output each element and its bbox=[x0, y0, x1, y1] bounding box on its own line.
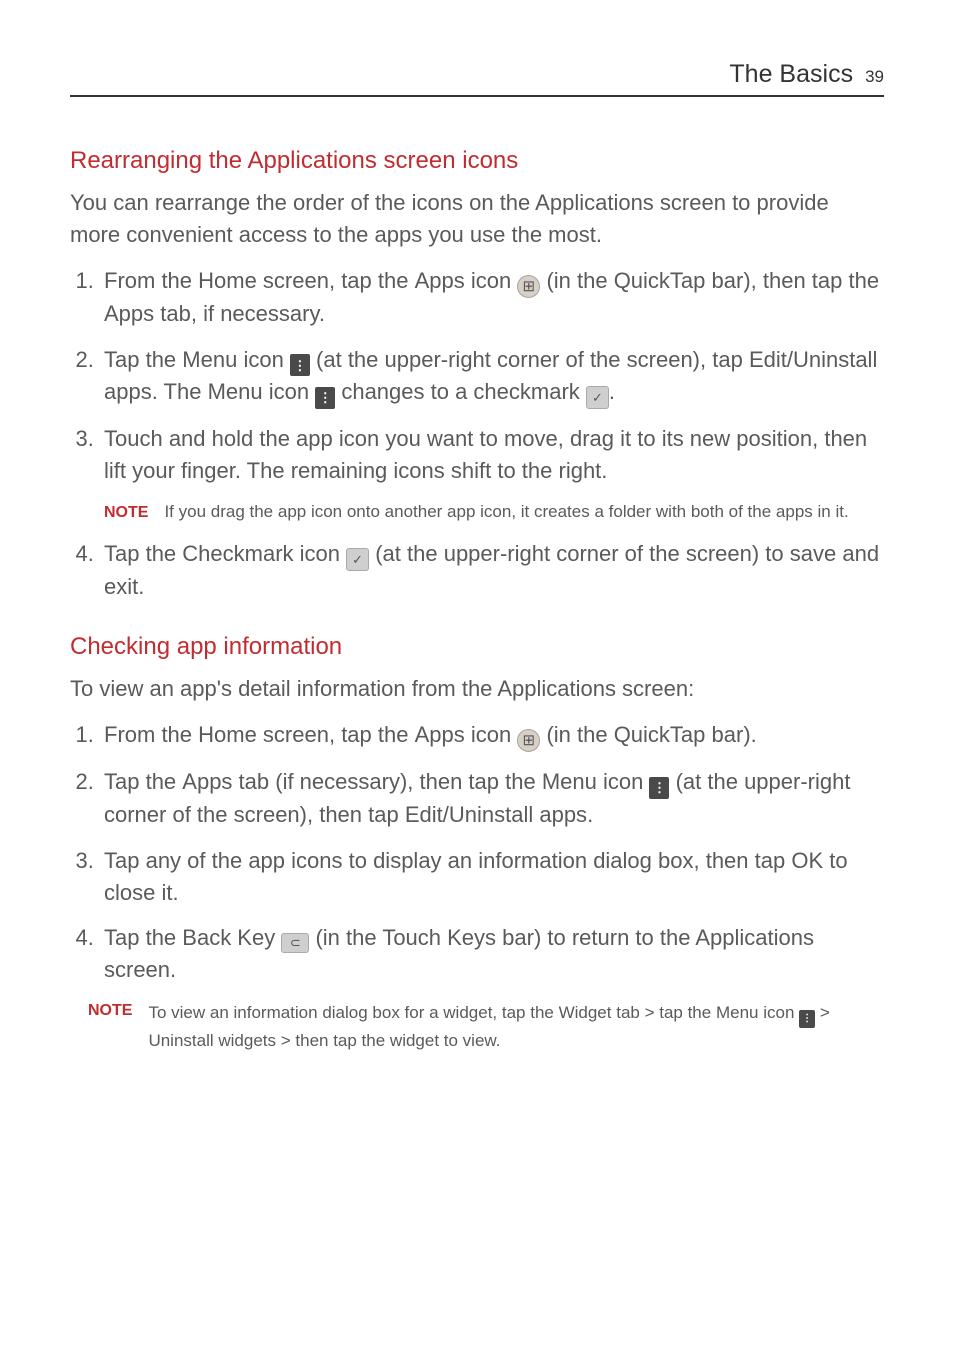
menu-icon: ⋮ bbox=[799, 1010, 815, 1028]
step-text: (in the QuickTap bar), then tap the bbox=[540, 268, 879, 293]
step-text: (at the upper-right corner of the screen… bbox=[310, 347, 749, 372]
note-block: NOTE If you drag the app icon onto anoth… bbox=[104, 499, 884, 525]
note-text: To view an information dialog box for a … bbox=[148, 1000, 884, 1054]
step-text: icon bbox=[237, 347, 290, 372]
label-menu: Menu bbox=[716, 1003, 759, 1022]
header-page-number: 39 bbox=[865, 67, 884, 87]
step-item: Touch and hold the app icon you want to … bbox=[100, 423, 884, 524]
step-item: Tap the Menu icon ⋮ (at the upper-right … bbox=[100, 344, 884, 410]
note-text-frag: > then tap the widget to view. bbox=[276, 1031, 500, 1050]
note-label: NOTE bbox=[104, 499, 148, 524]
step-text: tab, if necessary. bbox=[154, 301, 325, 326]
step-text: Touch and hold the app icon you want to … bbox=[104, 426, 867, 483]
label-back-key: Back Key bbox=[182, 925, 275, 950]
checkmark-icon: ✓ bbox=[346, 548, 369, 571]
step-item: Tap the Apps tab (if necessary), then ta… bbox=[100, 766, 884, 830]
step-text: (in the QuickTap bar). bbox=[540, 722, 756, 747]
step-text: Tap the bbox=[104, 769, 182, 794]
label-menu-2: Menu bbox=[208, 379, 263, 404]
step-text: . bbox=[587, 802, 593, 827]
menu-icon: ⋮ bbox=[290, 354, 310, 376]
step-text: . bbox=[609, 379, 615, 404]
label-widget-tab: Widget bbox=[559, 1003, 612, 1022]
note-text-frag: > bbox=[815, 1003, 830, 1022]
steps-list-2: From the Home screen, tap the Apps icon … bbox=[70, 719, 884, 986]
step-text: . The bbox=[152, 379, 208, 404]
label-ok: OK bbox=[791, 848, 823, 873]
intro-paragraph: You can rearrange the order of the icons… bbox=[70, 187, 884, 251]
label-menu: Menu bbox=[182, 347, 237, 372]
label-menu: Menu bbox=[542, 769, 597, 794]
step-item: Tap the Back Key ⊂ (in the Touch Keys ba… bbox=[100, 922, 884, 986]
step-text: changes to a checkmark bbox=[335, 379, 586, 404]
step-text: tab (if necessary), then tap the bbox=[232, 769, 541, 794]
back-key-icon: ⊂ bbox=[281, 933, 309, 953]
page-header: The Basics 39 bbox=[70, 60, 884, 97]
note-text: If you drag the app icon onto another ap… bbox=[164, 499, 884, 525]
step-text: Tap the bbox=[104, 925, 182, 950]
menu-icon: ⋮ bbox=[649, 777, 669, 799]
step-text: icon bbox=[465, 722, 518, 747]
step-item: Tap any of the app icons to display an i… bbox=[100, 845, 884, 909]
menu-icon: ⋮ bbox=[315, 387, 335, 409]
label-edit-uninstall: Edit/Uninstall apps bbox=[405, 802, 587, 827]
step-text: icon bbox=[597, 769, 650, 794]
step-text: icon bbox=[465, 268, 518, 293]
apps-icon: ⊞ bbox=[517, 729, 540, 752]
step-text: From the Home screen, tap the bbox=[104, 722, 415, 747]
step-text: icon bbox=[263, 379, 316, 404]
step-text: Tap the bbox=[104, 347, 182, 372]
apps-icon: ⊞ bbox=[517, 275, 540, 298]
note-label: NOTE bbox=[88, 1000, 132, 1020]
label-apps: Apps bbox=[415, 268, 465, 293]
intro-paragraph-2: To view an app's detail information from… bbox=[70, 673, 884, 705]
note-text-frag: To view an information dialog box for a … bbox=[148, 1003, 558, 1022]
step-text: Tap any of the app icons to display an i… bbox=[104, 848, 791, 873]
step-item: From the Home screen, tap the Apps icon … bbox=[100, 719, 884, 752]
label-apps-tab: Apps bbox=[182, 769, 232, 794]
heading-checking-app-info: Checking app information bbox=[70, 633, 884, 661]
note-block-2: NOTE To view an information dialog box f… bbox=[88, 1000, 884, 1054]
label-apps-tab: Apps bbox=[104, 301, 154, 326]
label-apps: Apps bbox=[415, 722, 465, 747]
steps-list-1: From the Home screen, tap the Apps icon … bbox=[70, 265, 884, 604]
heading-rearranging: Rearranging the Applications screen icon… bbox=[70, 147, 884, 175]
step-text: Tap the Checkmark icon bbox=[104, 541, 346, 566]
step-item: Tap the Checkmark icon ✓ (at the upper-r… bbox=[100, 538, 884, 603]
document-page: The Basics 39 Rearranging the Applicatio… bbox=[0, 0, 954, 1148]
note-text-frag: icon bbox=[758, 1003, 799, 1022]
header-section-title: The Basics bbox=[729, 60, 853, 89]
checkmark-icon: ✓ bbox=[586, 386, 609, 409]
step-item: From the Home screen, tap the Apps icon … bbox=[100, 265, 884, 330]
label-uninstall-widgets: Uninstall widgets bbox=[148, 1031, 276, 1050]
step-text: From the Home screen, tap the bbox=[104, 268, 415, 293]
note-text-frag: tab > tap the bbox=[612, 1003, 716, 1022]
